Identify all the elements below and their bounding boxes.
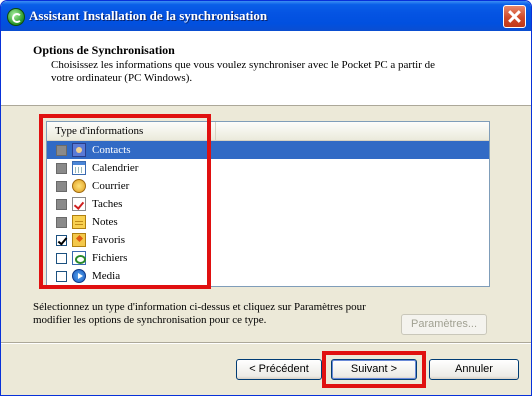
list-item-label: Taches <box>92 198 123 210</box>
contacts-icon <box>72 143 86 157</box>
next-button[interactable]: Suivant > <box>331 359 417 380</box>
checkbox-courrier[interactable] <box>56 181 67 192</box>
list-header: Type d'informations <box>47 122 489 141</box>
header-panel: Options de Synchronisation Choisissez le… <box>1 31 531 106</box>
list-item-notes[interactable]: Notes <box>47 213 489 231</box>
list-item-media[interactable]: Media <box>47 267 489 285</box>
list-item-label: Courrier <box>92 180 130 192</box>
checkbox-favoris[interactable] <box>56 235 67 246</box>
list-item-courrier[interactable]: Courrier <box>47 177 489 195</box>
favorites-icon <box>72 233 86 247</box>
list-item-label: Favoris <box>92 234 125 246</box>
list-item-taches[interactable]: Taches <box>47 195 489 213</box>
page-description: Choisissez les informations que vous vou… <box>51 59 435 84</box>
checkbox-contacts[interactable] <box>56 145 67 156</box>
media-icon <box>72 269 86 283</box>
files-icon <box>72 251 86 265</box>
back-button[interactable]: < Précédent <box>236 359 322 380</box>
instruction-text: Sélectionnez un type d'information ci-de… <box>33 301 366 326</box>
list-item-label: Media <box>92 270 121 282</box>
checkbox-taches[interactable] <box>56 199 67 210</box>
window-title: Assistant Installation de la synchronisa… <box>29 8 268 23</box>
checkbox-notes[interactable] <box>56 217 67 228</box>
list-item-contacts[interactable]: Contacts <box>47 141 489 159</box>
title-bar[interactable]: Assistant Installation de la synchronisa… <box>1 1 531 31</box>
list-item-label: Calendrier <box>92 162 139 174</box>
button-separator <box>1 342 531 344</box>
checkbox-media[interactable] <box>56 271 67 282</box>
list-item-label: Fichiers <box>92 252 128 264</box>
column-header-type[interactable]: Type d'informations <box>47 122 216 140</box>
parametres-button[interactable]: Paramètres... <box>401 314 487 335</box>
checkbox-calendrier[interactable] <box>56 163 67 174</box>
close-button[interactable] <box>503 5 526 28</box>
calendar-icon <box>72 161 86 175</box>
checkbox-fichiers[interactable] <box>56 253 67 264</box>
notes-icon <box>72 215 86 229</box>
list-item-fichiers[interactable]: Fichiers <box>47 249 489 267</box>
page-title: Options de Synchronisation <box>33 43 175 57</box>
list-item-favoris[interactable]: Favoris <box>47 231 489 249</box>
tasks-icon <box>72 197 86 211</box>
sync-app-icon <box>7 8 25 26</box>
list-item-label: Contacts <box>92 144 131 156</box>
setup-wizard-window: Assistant Installation de la synchronisa… <box>0 0 532 396</box>
mail-icon <box>72 179 86 193</box>
list-item-calendrier[interactable]: Calendrier <box>47 159 489 177</box>
cancel-button[interactable]: Annuler <box>429 359 519 380</box>
list-item-label: Notes <box>92 216 118 228</box>
info-type-list[interactable]: Type d'informations Contacts Calendrier … <box>46 121 490 287</box>
